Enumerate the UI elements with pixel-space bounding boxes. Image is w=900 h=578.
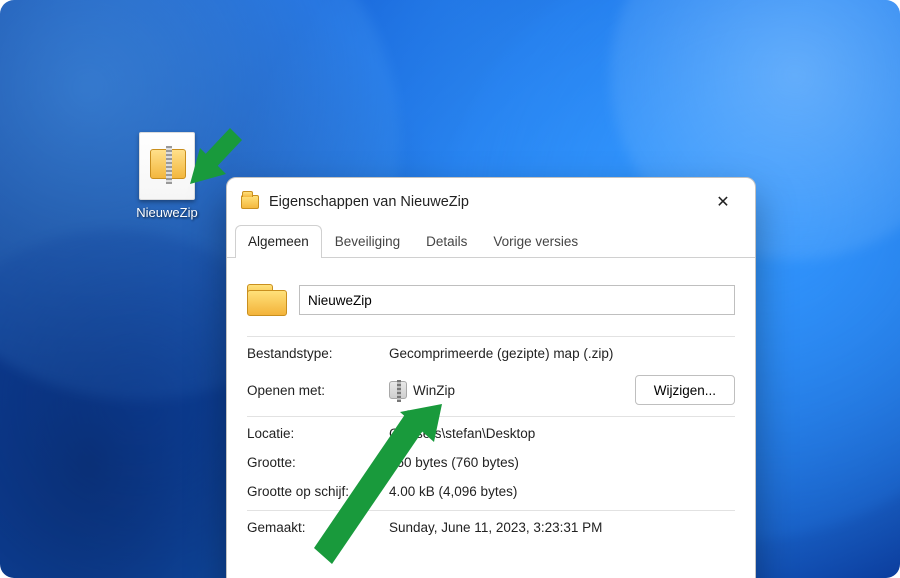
zip-file-icon bbox=[139, 132, 195, 200]
close-button[interactable]: ✕ bbox=[703, 188, 743, 216]
separator bbox=[247, 336, 735, 337]
label-filetype: Bestandstype: bbox=[247, 346, 377, 361]
row-name bbox=[247, 272, 735, 332]
desktop: NieuweZip Eigenschappen van NieuweZip ✕ … bbox=[0, 0, 900, 578]
value-filetype: Gecomprimeerde (gezipte) map (.zip) bbox=[389, 346, 735, 361]
value-open-with: WinZip bbox=[389, 381, 623, 399]
winzip-icon bbox=[389, 381, 407, 399]
file-name-input[interactable] bbox=[299, 285, 735, 315]
folder-icon bbox=[241, 195, 259, 209]
tab-strip: Algemeen Beveiliging Details Vorige vers… bbox=[227, 224, 755, 258]
change-button[interactable]: Wijzigen... bbox=[635, 375, 735, 405]
label-open-with: Openen met: bbox=[247, 383, 377, 398]
open-with-app: WinZip bbox=[413, 383, 455, 398]
folder-large-icon bbox=[247, 284, 287, 316]
annotation-arrow-icon bbox=[190, 84, 310, 184]
tab-previous-versions[interactable]: Vorige versies bbox=[480, 225, 591, 258]
desktop-file-label: NieuweZip bbox=[133, 204, 200, 221]
row-filetype: Bestandstype: Gecomprimeerde (gezipte) m… bbox=[247, 339, 735, 368]
tab-general[interactable]: Algemeen bbox=[235, 225, 322, 258]
annotation-arrow-icon bbox=[296, 404, 446, 578]
tab-security[interactable]: Beveiliging bbox=[322, 225, 413, 258]
titlebar[interactable]: Eigenschappen van NieuweZip ✕ bbox=[227, 178, 755, 224]
tab-details[interactable]: Details bbox=[413, 225, 480, 258]
window-title: Eigenschappen van NieuweZip bbox=[269, 194, 693, 210]
